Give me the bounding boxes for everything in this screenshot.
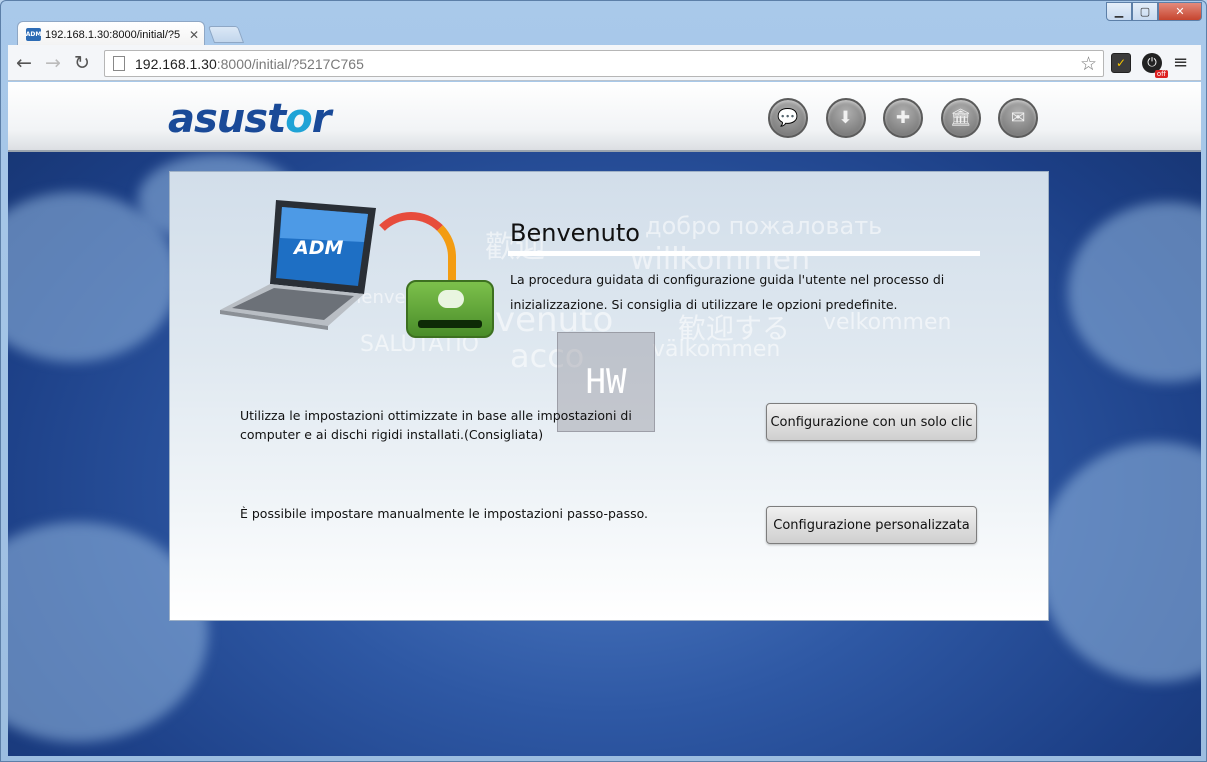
cloud-decoration	[1068, 202, 1201, 382]
option-custom-description: È possibile impostare manualmente le imp…	[240, 506, 649, 521]
drive-slot	[418, 320, 482, 328]
cloud-icon	[438, 290, 464, 308]
download-icon[interactable]: ⬇	[825, 98, 866, 138]
close-tab-icon[interactable]: ✕	[189, 28, 199, 42]
bookmark-star-icon[interactable]: ☆	[1080, 53, 1097, 76]
logo-accent: o	[285, 96, 313, 142]
forward-arrow-icon[interactable]: →	[40, 50, 66, 76]
page-icon	[113, 56, 125, 71]
option-one-click-description: Utilizza le impostazioni ottimizzate in …	[240, 408, 632, 442]
extension-power-icon[interactable]: ⏻ off	[1142, 52, 1168, 78]
app-header: asustor 💬 ⬇ ✚ 🏛 ✉	[8, 82, 1201, 152]
extension-icons: ✓ ⏻ off ≡	[1111, 52, 1188, 78]
favicon-icon: ADM	[26, 28, 41, 41]
help-icon[interactable]: ✚	[883, 98, 923, 138]
browser-window: ADM 192.168.1.30:8000/initial/?5 ✕ ▁ ▢ ✕…	[0, 0, 1207, 762]
reload-icon[interactable]: ↻	[69, 50, 95, 76]
address-bar[interactable]: 192.168.1.30:8000/initial/?5217C765 ☆	[104, 50, 1104, 77]
off-badge: off	[1154, 69, 1168, 78]
maximize-button[interactable]: ▢	[1132, 2, 1158, 21]
logo-tail: r	[311, 96, 332, 142]
extension-check-icon[interactable]: ✓	[1111, 52, 1131, 73]
logo-text: asust	[168, 96, 286, 142]
cloud-decoration	[1038, 442, 1201, 682]
laptop-icon: ADM	[220, 200, 376, 330]
tab-active[interactable]: ADM 192.168.1.30:8000/initial/?5 ✕	[17, 21, 205, 47]
page-content: asustor 💬 ⬇ ✚ 🏛 ✉ добро пожаловать willk…	[8, 82, 1201, 756]
minimize-button[interactable]: ▁	[1106, 2, 1132, 21]
browser-toolbar: ← → ↻ 192.168.1.30:8000/initial/?5217C76…	[8, 45, 1201, 81]
menu-icon[interactable]: ≡	[1173, 52, 1188, 73]
title-divider	[508, 251, 980, 256]
tab-title: 192.168.1.30:8000/initial/?5	[45, 28, 181, 41]
back-arrow-icon[interactable]: ←	[11, 50, 37, 76]
welcome-panel: добро пожаловать willkommen bienvenido S…	[169, 171, 1049, 621]
new-tab-button[interactable]	[207, 26, 245, 43]
url-path: :8000/initial/?5217C765	[216, 55, 364, 72]
one-click-setup-button[interactable]: Configurazione con un solo clic	[766, 403, 977, 441]
welcome-title: Benvenuto	[510, 219, 640, 247]
header-icon-bar: 💬 ⬇ ✚ 🏛 ✉	[768, 98, 1056, 138]
mail-icon[interactable]: ✉	[998, 98, 1038, 138]
intro-text: La procedura guidata di configurazione g…	[510, 272, 945, 312]
tab-strip: ADM 192.168.1.30:8000/initial/?5 ✕ ▁ ▢ ✕	[1, 1, 1207, 47]
nas-drive-icon	[406, 280, 494, 338]
close-window-button[interactable]: ✕	[1158, 2, 1202, 21]
custom-setup-button[interactable]: Configurazione personalizzata	[766, 506, 977, 544]
library-icon[interactable]: 🏛	[940, 98, 981, 138]
asustor-logo: asustor	[168, 96, 332, 142]
chat-icon[interactable]: 💬	[768, 98, 808, 138]
laptop-screen-label: ADM	[292, 237, 343, 259]
window-controls: ▁ ▢ ✕	[1106, 2, 1202, 21]
watermark-text: добро пожаловать	[645, 212, 883, 240]
url-host: 192.168.1.30	[135, 55, 217, 72]
